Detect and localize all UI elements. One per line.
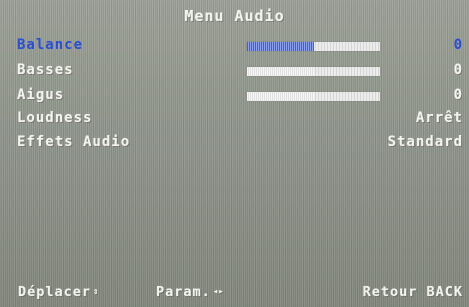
basses-slider-fill: [247, 67, 314, 76]
menu-title: Menu Audio: [184, 7, 285, 25]
param-hint-label: Param.: [156, 284, 211, 300]
balance-slider-fill: [247, 42, 314, 51]
menu-item-basses[interactable]: Basses 0: [17, 60, 463, 80]
menu-item-value: Arrêt: [415, 110, 463, 126]
left-right-arrows-icon: ◂▸: [212, 287, 224, 297]
basses-slider[interactable]: [247, 67, 380, 76]
tv-osd-screen: Menu Audio Balance 0 Basses 0 Aigus 0 Lo…: [0, 0, 469, 307]
menu-item-label: Basses: [17, 62, 74, 78]
footer-hints: Déplacer ⇕ Param. ◂▸ Retour BACK: [18, 283, 463, 301]
menu-item-label: Effets Audio: [17, 134, 131, 150]
menu-item-balance[interactable]: Balance 0: [17, 35, 463, 55]
up-down-arrows-icon: ⇕: [93, 287, 99, 297]
back-hint[interactable]: Retour BACK: [363, 283, 463, 301]
menu-item-label: Balance: [17, 37, 84, 53]
menu-item-value: 0: [453, 62, 463, 78]
menu-item-value: 0: [453, 37, 463, 53]
move-hint: Déplacer ⇕: [18, 283, 98, 303]
menu-item-value: Standard: [387, 134, 463, 150]
menu-item-label: Loudness: [17, 110, 93, 126]
menu-item-loudness[interactable]: Loudness Arrêt: [17, 108, 463, 128]
menu-item-aigus[interactable]: Aigus 0: [17, 85, 463, 105]
balance-slider[interactable]: [247, 42, 380, 51]
aigus-slider-fill: [247, 92, 314, 101]
menu-item-effets-audio[interactable]: Effets Audio Standard: [17, 132, 463, 152]
aigus-slider[interactable]: [247, 92, 380, 101]
menu-item-value: 0: [453, 87, 463, 103]
move-hint-label: Déplacer: [18, 284, 92, 300]
menu-item-label: Aigus: [17, 87, 65, 103]
param-hint: Param. ◂▸: [156, 283, 224, 303]
